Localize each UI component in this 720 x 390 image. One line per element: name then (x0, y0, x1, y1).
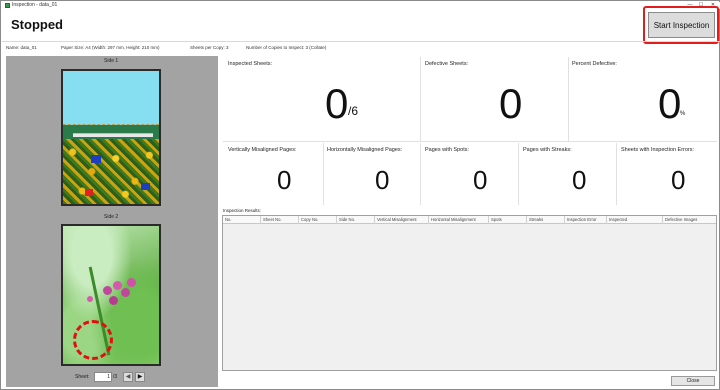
inspection-errors-label: Sheets with Inspection Errors: (621, 147, 695, 153)
defect-marker (85, 189, 93, 196)
side-1-preview-image (61, 69, 161, 206)
image-flower (127, 278, 136, 287)
inspection-results-label: Inspection Results: (223, 208, 262, 213)
sheet-label: Sheet: (75, 374, 90, 380)
horizontal-misaligned-label: Horizontally Misaligned Pages: (327, 147, 403, 153)
streaks-label: Pages with Streaks: (523, 147, 572, 153)
inspection-results-table[interactable]: No. Sheet No. Copy No. Side No. Vertical… (222, 215, 717, 371)
image-flower (109, 296, 118, 305)
column-header[interactable]: Horizontal Misalignment (429, 216, 489, 224)
side-1-label: Side 1 (104, 58, 119, 64)
title-bar: Inspection - data_01 — ☐ ✕ (2, 2, 720, 9)
defective-sheets-label: Defective Sheets: (425, 61, 469, 67)
job-name: Name: data_01 (6, 45, 37, 50)
column-header[interactable]: Copy No. (299, 216, 337, 224)
column-header[interactable]: Inspected (607, 216, 663, 224)
image-fence (73, 133, 153, 137)
streaks-value: 0 (572, 165, 587, 195)
column-header[interactable]: Inspection Error (565, 216, 607, 224)
inspected-sheets-total: /6 (348, 104, 359, 118)
column-header[interactable]: Spots (489, 216, 527, 224)
image-flower (87, 296, 93, 302)
horizontal-misaligned-value: 0 (375, 165, 390, 195)
window-title: Inspection - data_01 (12, 2, 58, 8)
percent-defective-value: 0 (658, 80, 682, 127)
start-inspection-button[interactable]: Start Inspection (648, 12, 715, 38)
spots-label: Pages with Spots: (425, 147, 470, 153)
divider (323, 143, 324, 205)
close-button[interactable]: Close (671, 376, 715, 386)
paper-size: Paper Size: A4 (Width: 297 mm, Height: 2… (61, 45, 160, 50)
vertical-misaligned-label: Vertically Misaligned Pages: (228, 147, 297, 153)
app-icon (5, 3, 10, 8)
sheets-per-copy: Sheets per Copy: 3 (190, 45, 229, 50)
column-header[interactable]: Streaks (527, 216, 565, 224)
column-header[interactable]: Vertical Misalignment (375, 216, 429, 224)
defective-sheets-value: 0 (499, 80, 523, 127)
spots-value: 0 (473, 165, 488, 195)
header-divider (2, 41, 720, 42)
vertical-misaligned-value: 0 (277, 165, 292, 195)
column-header[interactable]: Defective Images (663, 216, 716, 224)
defect-circle (73, 320, 113, 360)
column-header[interactable]: No. (223, 216, 261, 224)
inspected-sheets-value: 0 (325, 80, 349, 127)
defect-marker (141, 183, 150, 190)
column-header[interactable]: Sheet No. (261, 216, 299, 224)
sheet-total: /3 (113, 374, 118, 380)
results-table-header: No. Sheet No. Copy No. Side No. Vertical… (223, 216, 716, 224)
divider (420, 57, 421, 141)
inspected-sheets-label: Inspected Sheets: (228, 61, 273, 67)
percent-sign: % (680, 111, 686, 117)
prev-sheet-button[interactable]: ◀ (123, 372, 133, 382)
status-label: Stopped (11, 17, 63, 32)
divider (518, 143, 519, 205)
divider (223, 141, 717, 142)
divider (616, 143, 617, 205)
divider (568, 57, 569, 141)
column-header[interactable]: Side No. (337, 216, 375, 224)
side-2-label: Side 2 (104, 214, 119, 220)
copies-to-inspect: Number of Copies to Inspect: 3 (Collate) (246, 45, 327, 50)
divider (420, 143, 421, 205)
inspection-errors-value: 0 (671, 165, 686, 195)
percent-defective-label: Percent Defective: (572, 61, 617, 67)
image-flower (113, 281, 122, 290)
image-field (63, 139, 159, 204)
sheet-number-input[interactable]: 1 (94, 372, 112, 382)
image-flower (121, 288, 130, 297)
next-sheet-button[interactable]: ▶ (135, 372, 145, 382)
image-sky (63, 71, 159, 125)
side-2-preview-image (61, 224, 161, 366)
image-flower (103, 286, 112, 295)
defect-marker (91, 155, 101, 163)
inspection-window: Inspection - data_01 — ☐ ✕ Stopped Start… (0, 0, 720, 390)
